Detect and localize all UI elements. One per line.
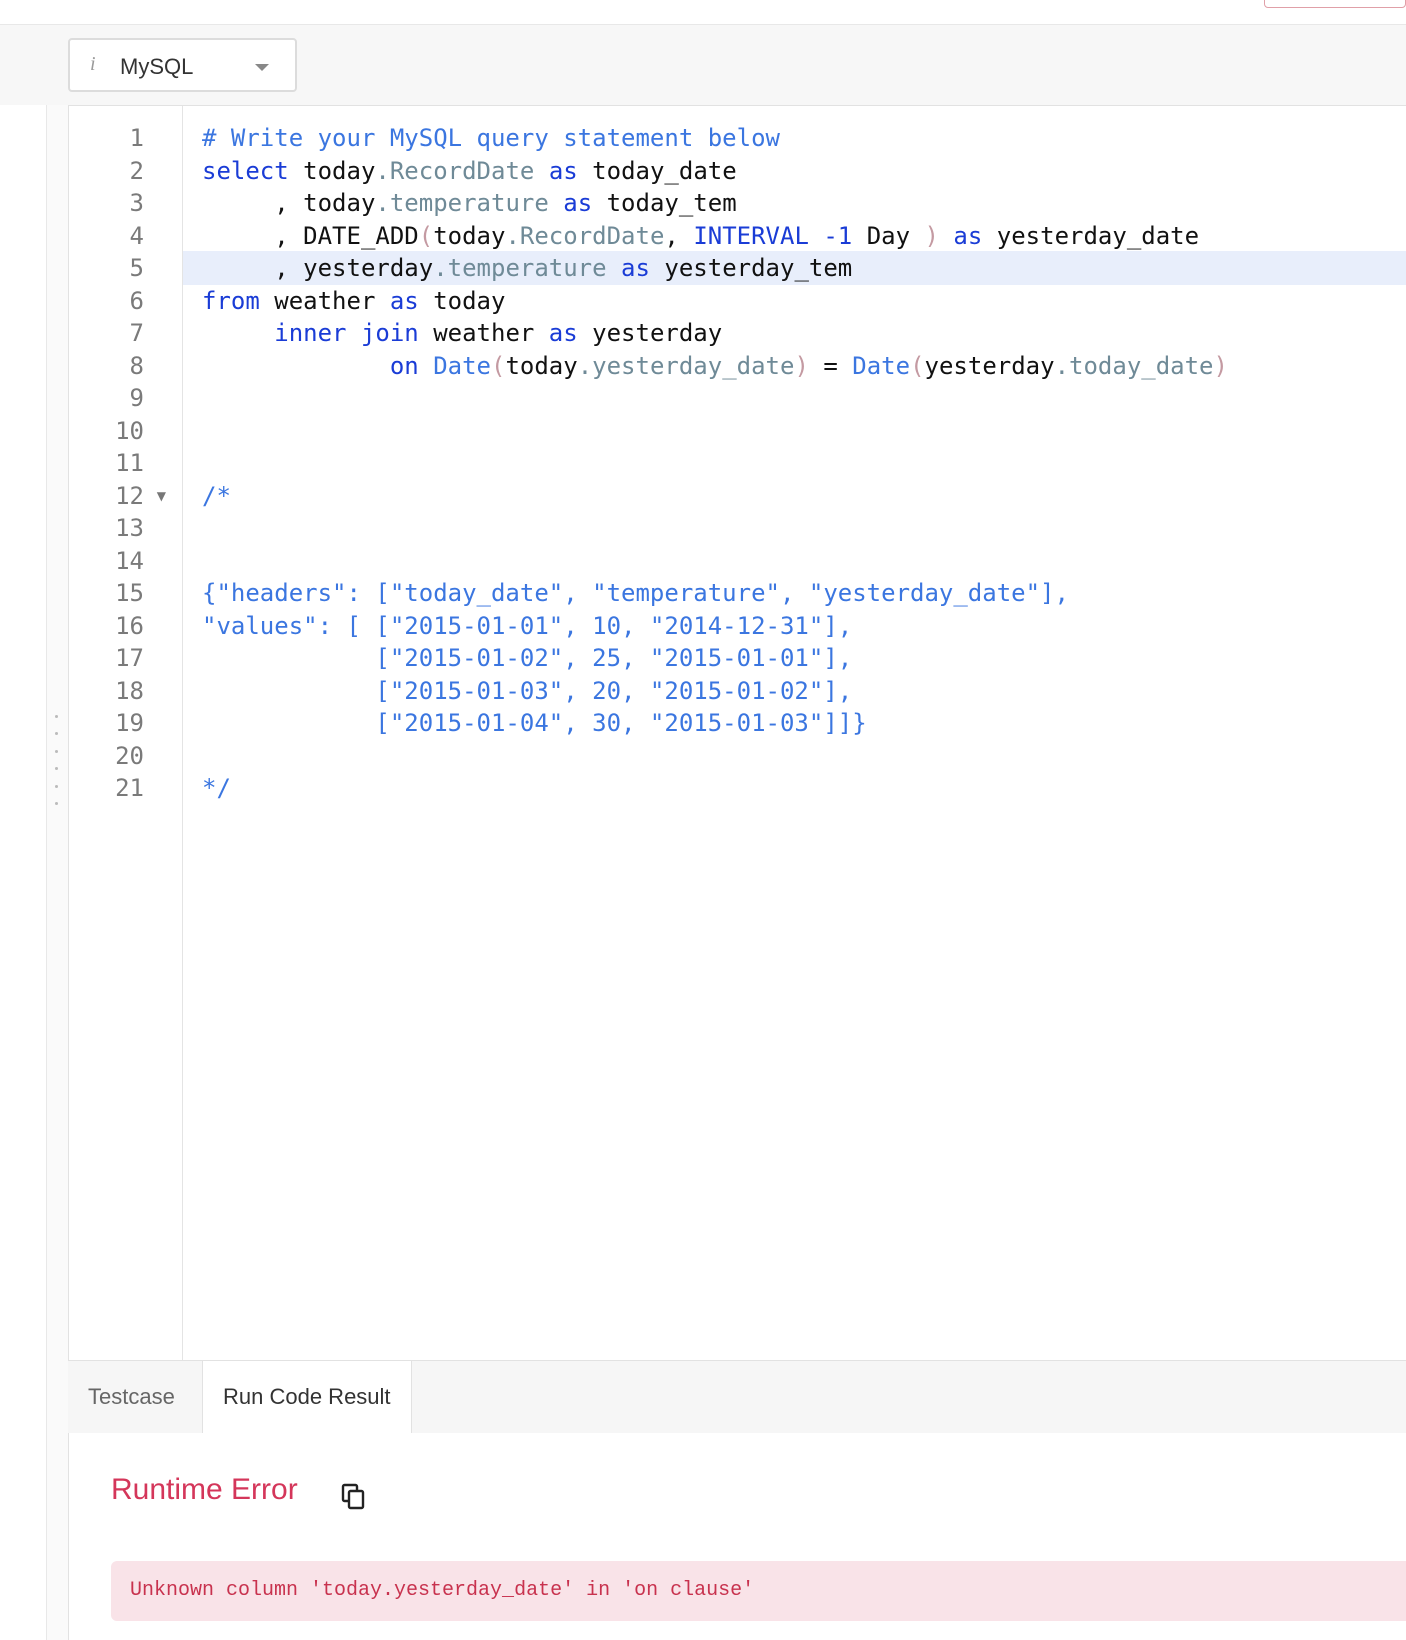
code-line: ["2015-01-02", 25, "2015-01-01"], bbox=[202, 644, 853, 672]
error-message: Unknown column 'today.yesterday_date' in… bbox=[130, 1579, 755, 1602]
line-number: 16 bbox=[115, 611, 144, 640]
top-bar bbox=[0, 0, 1406, 25]
code-line: "values": [ ["2015-01-01", 10, "2014-12-… bbox=[202, 611, 853, 640]
line-number: 21 bbox=[115, 774, 144, 802]
fold-arrow-icon[interactable]: ▼ bbox=[157, 489, 166, 503]
code-line: ["2015-01-04", 30, "2015-01-03"]]} bbox=[202, 709, 867, 737]
result-status-title: Runtime Error bbox=[111, 1473, 298, 1506]
code-line: , yesterday.temperature as yesterday_tem bbox=[202, 254, 853, 282]
line-number: 14 bbox=[115, 546, 144, 575]
line-number-gutter: 1 2 3 4 5 6 7 8 9 10 11 12 ▼ 13 14 15 16 17 18 19 20 21 bbox=[69, 106, 183, 1361]
code-line: inner join weather as yesterday bbox=[274, 319, 723, 347]
line-number: 18 bbox=[115, 676, 144, 705]
code-line: from weather as today bbox=[202, 286, 506, 315]
code-line: on Date(today.yesterday_date) = Date(yes… bbox=[389, 351, 1228, 380]
language-select[interactable]: i MySQL bbox=[68, 38, 297, 92]
tab-run-code-result[interactable]: Run Code Result bbox=[202, 1361, 412, 1434]
line-number: 2 bbox=[129, 156, 144, 185]
line-number: 10 bbox=[115, 416, 144, 445]
line-number: 1 bbox=[129, 124, 144, 152]
language-select-label: MySQL bbox=[120, 54, 194, 79]
tab-testcase[interactable]: Testcase bbox=[68, 1361, 195, 1433]
code-line: , today.temperature as today_tem bbox=[202, 189, 737, 217]
line-number: 13 bbox=[115, 514, 144, 542]
editor-toolbar: i MySQL bbox=[0, 25, 1406, 105]
code-line: {"headers": ["today_date", "temperature"… bbox=[202, 579, 1069, 607]
console-tabs: Testcase Run Code Result bbox=[68, 1360, 1406, 1434]
line-number: 11 bbox=[115, 449, 144, 477]
code-editor[interactable]: 1 2 3 4 5 6 7 8 9 10 11 12 ▼ 13 14 15 16 17 18 19 20 21 # Wri… bbox=[68, 105, 1406, 1361]
line-number: 3 bbox=[129, 189, 144, 217]
line-number: 5 bbox=[129, 254, 144, 282]
line-number: 17 bbox=[115, 644, 144, 672]
line-number: 15 bbox=[115, 579, 144, 607]
code-line: # Write your MySQL query statement below bbox=[202, 124, 780, 152]
code-line: /* bbox=[202, 481, 231, 510]
copy-icon[interactable] bbox=[341, 1483, 367, 1511]
top-bar-button-edge[interactable] bbox=[1264, 0, 1406, 8]
line-number: 12 bbox=[115, 481, 144, 510]
panel-resize-handle[interactable] bbox=[53, 715, 59, 805]
chevron-down-icon bbox=[255, 64, 269, 71]
code-area[interactable]: # Write your MySQL query statement below… bbox=[183, 106, 1406, 1361]
line-number: 20 bbox=[115, 741, 144, 770]
code-line: ["2015-01-03", 20, "2015-01-02"], bbox=[202, 676, 853, 705]
description-panel-edge bbox=[0, 105, 47, 1640]
info-icon: i bbox=[90, 53, 96, 75]
line-number: 4 bbox=[129, 221, 144, 250]
run-result-panel: Runtime Error Unknown column 'today.yest… bbox=[68, 1433, 1406, 1640]
line-number: 6 bbox=[129, 286, 144, 315]
code-line: */ bbox=[202, 774, 231, 802]
line-number: 19 bbox=[115, 709, 144, 737]
code-line: select today.RecordDate as today_date bbox=[202, 156, 737, 185]
error-message-box: Unknown column 'today.yesterday_date' in… bbox=[111, 1561, 1406, 1621]
code-line: , DATE_ADD(today.RecordDate, INTERVAL -1… bbox=[202, 221, 1200, 250]
line-number: 8 bbox=[129, 351, 144, 380]
line-number: 9 bbox=[129, 384, 144, 412]
line-number: 7 bbox=[129, 319, 144, 347]
